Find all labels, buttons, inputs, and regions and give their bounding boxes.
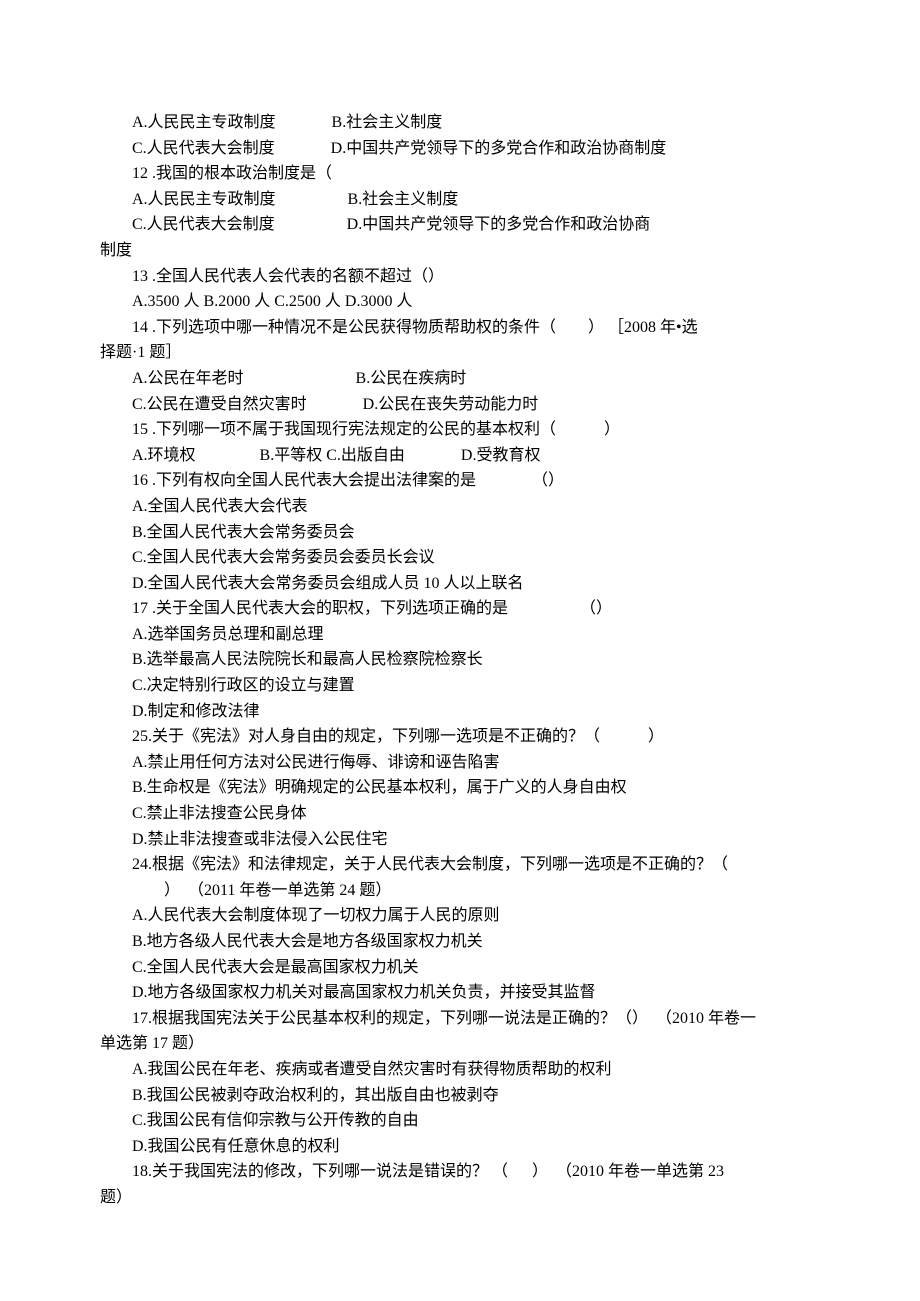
text-line: A.禁止用任何方法对公民进行侮辱、诽谤和诬告陷害 bbox=[100, 750, 820, 776]
text-line: A.公民在年老时 B.公民在疾病时 bbox=[100, 366, 820, 392]
text-line: 18.关于我国宪法的修改，下列哪一说法是错误的？ （ ） （2010 年卷一单选… bbox=[100, 1159, 820, 1185]
text-line: A.人民代表大会制度体现了一切权力属于人民的原则 bbox=[100, 903, 820, 929]
text-line: 13 .全国人民代表人会代表的名额不超过（） bbox=[100, 264, 820, 290]
text-line: C.全国人民代表大会常务委员会委员长会议 bbox=[100, 545, 820, 571]
text-line: 制度 bbox=[100, 238, 820, 264]
text-line: C.人民代表大会制度 D.中国共产党领导下的多党合作和政治协商 bbox=[100, 212, 820, 238]
text-line: 17 .关于全国人民代表大会的职权，下列选项正确的是 （） bbox=[100, 596, 820, 622]
text-line: 12 .我国的根本政治制度是（ bbox=[100, 161, 820, 187]
text-line: B.生命权是《宪法》明确规定的公民基本权利，属于广义的人身自由权 bbox=[100, 775, 820, 801]
text-line: D.全国人民代表大会常务委员会组成人员 10 人以上联名 bbox=[100, 571, 820, 597]
text-line: D.制定和修改法律 bbox=[100, 699, 820, 725]
text-line: 16 .下列有权向全国人民代表大会提出法律案的是 （） bbox=[100, 468, 820, 494]
text-line: C.禁止非法搜查公民身体 bbox=[100, 801, 820, 827]
text-line: A.3500 人 B.2000 人 C.2500 人 D.3000 人 bbox=[100, 289, 820, 315]
text-line: 题） bbox=[100, 1185, 820, 1211]
text-line: A.环境权 B.平等权 C.出版自由 D.受教育权 bbox=[100, 443, 820, 469]
text-line: 单选第 17 题） bbox=[100, 1031, 820, 1057]
text-line: B.选举最高人民法院院长和最高人民检察院检察长 bbox=[100, 647, 820, 673]
text-line: C.全国人民代表大会是最高国家权力机关 bbox=[100, 955, 820, 981]
text-line: C.人民代表大会制度 D.中国共产党领导下的多党合作和政治协商制度 bbox=[100, 136, 820, 162]
text-line: B.全国人民代表大会常务委员会 bbox=[100, 520, 820, 546]
text-line: 17.根据我国宪法关于公民基本权利的规定，下列哪一说法是正确的？（） （2010… bbox=[100, 1006, 820, 1032]
text-line: B.地方各级人民代表大会是地方各级国家权力机关 bbox=[100, 929, 820, 955]
text-line: 25.关于《宪法》对人身自由的规定，下列哪一选项是不正确的？（ ） bbox=[100, 724, 820, 750]
text-line: A.人民民主专政制度 B.社会主义制度 bbox=[100, 110, 820, 136]
text-line: A.人民民主专政制度 B.社会主义制度 bbox=[100, 187, 820, 213]
text-line: C.公民在遭受自然灾害时 D.公民在丧失劳动能力时 bbox=[100, 392, 820, 418]
text-line: 择题·1 题］ bbox=[100, 340, 820, 366]
text-line: D.地方各级国家权力机关对最高国家权力机关负责，并接受其监督 bbox=[100, 980, 820, 1006]
text-line: ） （2011 年卷一单选第 24 题） bbox=[100, 878, 820, 904]
text-line: 15 .下列哪一项不属于我国现行宪法规定的公民的基本权利（ ） bbox=[100, 417, 820, 443]
text-line: C.决定特别行政区的设立与建置 bbox=[100, 673, 820, 699]
text-line: 24.根据《宪法》和法律规定，关于人民代表大会制度，下列哪一选项是不正确的？（ bbox=[100, 852, 820, 878]
text-line: A.选举国务员总理和副总理 bbox=[100, 622, 820, 648]
text-line: D.禁止非法搜查或非法侵入公民住宅 bbox=[100, 827, 820, 853]
text-line: 14 .下列选项中哪一种情况不是公民获得物质帮助权的条件（ ） ［2008 年•… bbox=[100, 315, 820, 341]
document-page: A.人民民主专政制度 B.社会主义制度C.人民代表大会制度 D.中国共产党领导下… bbox=[0, 0, 920, 1301]
text-line: A.我国公民在年老、疾病或者遭受自然灾害时有获得物质帮助的权利 bbox=[100, 1057, 820, 1083]
text-line: D.我国公民有任意休息的权利 bbox=[100, 1134, 820, 1160]
text-line: B.我国公民被剥夺政治权利的，其出版自由也被剥夺 bbox=[100, 1083, 820, 1109]
text-line: A.全国人民代表大会代表 bbox=[100, 494, 820, 520]
text-line: C.我国公民有信仰宗教与公开传教的自由 bbox=[100, 1108, 820, 1134]
